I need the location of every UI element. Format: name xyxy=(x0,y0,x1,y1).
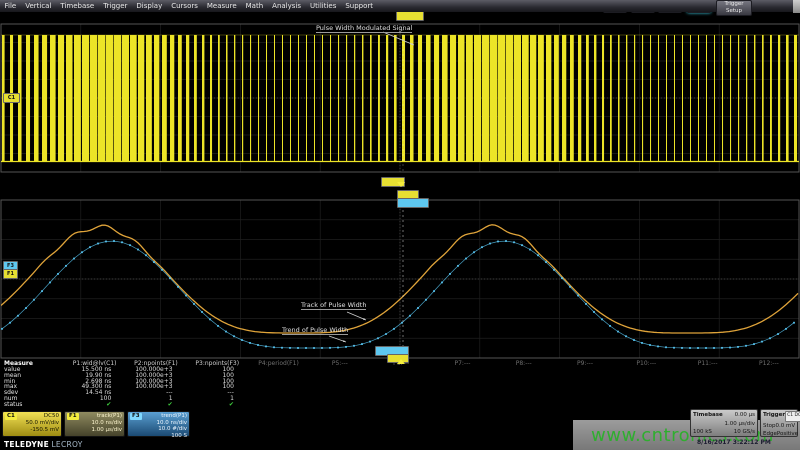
trigger-position-marker-bottom[interactable] xyxy=(397,359,405,364)
trend-annotation: Trend of Pulse Width xyxy=(282,327,348,335)
brand-logo: TELEDYNE LECROY xyxy=(4,440,83,449)
brand-lecroy: LECROY xyxy=(51,440,82,449)
trigger-label: Trigger xyxy=(763,411,785,422)
timebase-scale: 1.00 µs/div xyxy=(725,420,756,429)
measure-status-p1: ✔ xyxy=(64,402,125,408)
oscilloscope-app: FileVerticalTimebaseTriggerDisplayCursor… xyxy=(0,0,800,450)
brand-teledyne: TELEDYNE xyxy=(4,440,49,449)
menu-item-utilities[interactable]: Utilities xyxy=(306,2,341,10)
f1-label: F1 xyxy=(67,413,79,420)
f1-function: track(P1) xyxy=(97,413,122,420)
f3-descriptor-box[interactable]: F3 trend(P1) 10.0 ns/div 10.0 #/div 100 … xyxy=(127,411,190,437)
track-annotation: Track of Pulse Width xyxy=(301,302,366,310)
trigger-time-badge-top[interactable] xyxy=(396,11,424,21)
trigger-type: Edge xyxy=(763,430,777,439)
c1-offset: -150.5 mV xyxy=(5,427,59,434)
trigger-setup-button[interactable]: Trigger Setup xyxy=(716,0,752,16)
trigger-box[interactable]: Trigger C1 DC Stop 0.0 mV Edge Positive xyxy=(760,409,798,437)
menu-item-trigger[interactable]: Trigger xyxy=(99,2,132,10)
scrollbar-stub[interactable] xyxy=(793,0,800,13)
menu-item-measure[interactable]: Measure xyxy=(202,2,241,10)
menu-item-vertical[interactable]: Vertical xyxy=(21,2,56,10)
measure-status-p10 xyxy=(616,402,677,408)
pwm-annotation: Pulse Width Modulated Signal xyxy=(316,25,412,33)
measure-status-p7 xyxy=(432,402,493,408)
measure-status-p2: ✔ xyxy=(125,402,186,408)
trigger-position-marker-top[interactable] xyxy=(397,182,405,187)
trigger-mode: Stop xyxy=(763,422,776,431)
bottom-grid xyxy=(1,200,799,358)
f3-label: F3 xyxy=(130,413,142,420)
f1-hdiv: 1.00 µs/div xyxy=(67,427,122,434)
f1-descriptor-box[interactable]: F1 track(P1) 10.0 ns/div 1.00 µs/div xyxy=(64,411,125,437)
menu-item-support[interactable]: Support xyxy=(341,2,378,10)
menu-item-math[interactable]: Math xyxy=(241,2,268,10)
menu-item-timebase[interactable]: Timebase xyxy=(56,2,99,10)
measure-table: MeasureP1:wid@lv(C1)P2:npoints(F1)P3:npo… xyxy=(0,361,800,408)
trigger-source: C1 DC xyxy=(785,411,800,422)
trend-time-badge[interactable] xyxy=(397,198,429,208)
timebase-samples: 100 kS xyxy=(693,428,712,437)
measure-status-p5 xyxy=(309,402,370,408)
measure-row-label-status: status xyxy=(0,402,64,408)
c1-level-marker[interactable]: C1 xyxy=(3,93,20,103)
measure-status-p8 xyxy=(493,402,554,408)
measure-status-p9 xyxy=(554,402,615,408)
measure-status-p6 xyxy=(370,402,431,408)
timebase-label: Timebase xyxy=(693,411,723,420)
measure-status-p11 xyxy=(677,402,738,408)
f1-vdiv: 10.0 ns/div xyxy=(67,420,122,427)
measure-status-p4 xyxy=(248,402,309,408)
timebase-box[interactable]: Timebase 0.00 µs 1.00 µs/div 100 kS 10 G… xyxy=(690,409,758,437)
c1-vdiv: 50.0 mV/div xyxy=(5,420,59,427)
measure-status-p3: ✔ xyxy=(187,402,248,408)
menu-bar: FileVerticalTimebaseTriggerDisplayCursor… xyxy=(0,0,800,12)
c1-descriptor-box[interactable]: C1 DC50 50.0 mV/div -150.5 mV xyxy=(2,411,62,437)
f3-function: trend(P1) xyxy=(161,413,187,420)
datetime: 8/16/2017 3:22:12 PM xyxy=(697,439,771,446)
menu-item-analysis[interactable]: Analysis xyxy=(268,2,306,10)
trigger-slope: Positive xyxy=(777,430,798,439)
timebase-rate: 10 GS/s xyxy=(734,428,755,437)
menu-item-display[interactable]: Display xyxy=(132,2,167,10)
f1-level-marker[interactable]: F1 xyxy=(3,269,18,279)
f3-samples: 100 S xyxy=(130,433,187,439)
menu-item-file[interactable]: File xyxy=(0,2,21,10)
measure-status-p12 xyxy=(738,402,799,408)
c1-label: C1 xyxy=(5,413,17,420)
c1-coupling: DC50 xyxy=(44,413,59,420)
trigger-level: 0.0 mV xyxy=(776,422,796,431)
menu-item-cursors[interactable]: Cursors xyxy=(167,2,203,10)
timebase-offset: 0.00 µs xyxy=(735,411,755,420)
trend-arrow xyxy=(329,336,346,342)
trigger-setup-line2: Setup xyxy=(717,8,751,15)
